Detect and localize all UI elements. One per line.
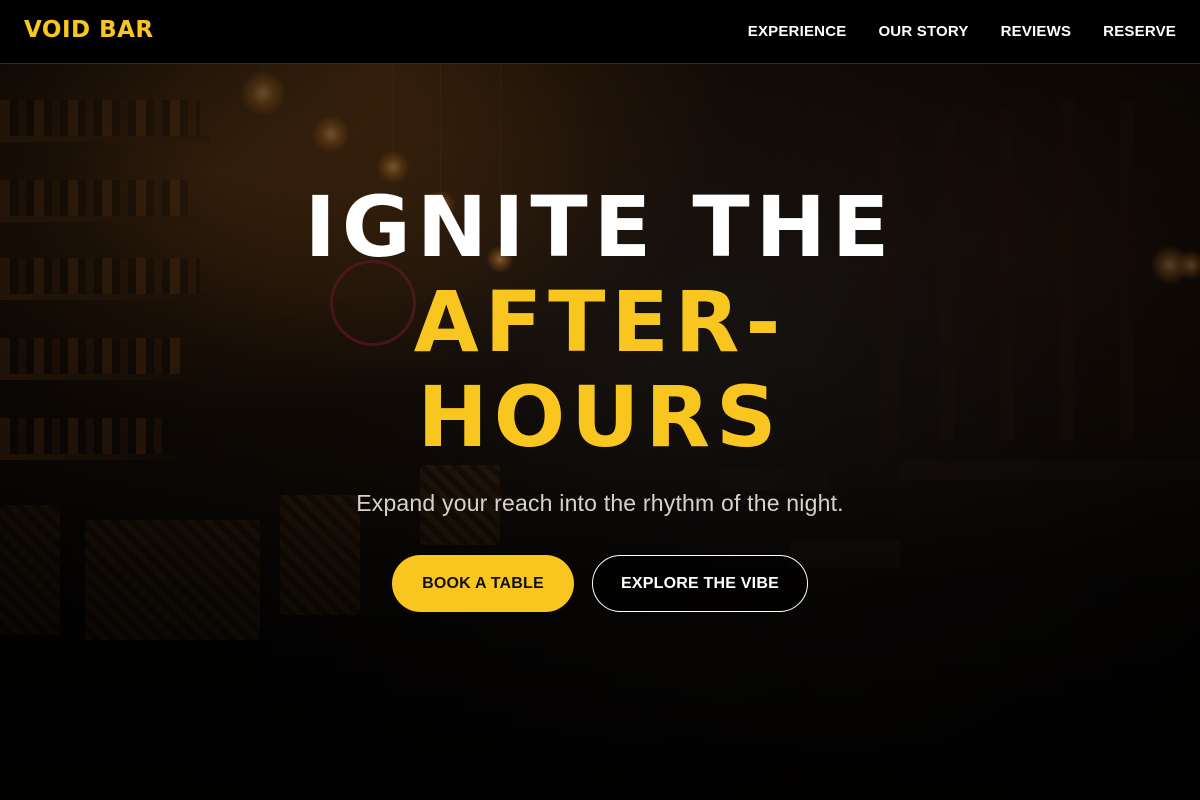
explore-vibe-button[interactable]: EXPLORE THE VIBE — [592, 555, 808, 612]
primary-nav: EXPERIENCE OUR STORY REVIEWS RESERVE — [748, 0, 1176, 63]
hero-title-line-3: HOURS — [417, 368, 783, 466]
hero-section: IGNITE THE AFTER- HOURS Expand your reac… — [0, 180, 1200, 517]
hero-title-line-1: IGNITE THE — [304, 178, 896, 276]
hero-subtitle: Expand your reach into the rhythm of the… — [356, 490, 844, 516]
hero-title-line-2: AFTER- — [413, 273, 787, 371]
landing-page: VOID BAR EXPERIENCE OUR STORY REVIEWS RE… — [0, 0, 1200, 800]
nav-link-experience[interactable]: EXPERIENCE — [748, 23, 847, 40]
hero-title: IGNITE THE AFTER- HOURS — [0, 180, 1200, 465]
nav-link-reviews[interactable]: REVIEWS — [1001, 23, 1072, 40]
brand-logo[interactable]: VOID BAR — [24, 16, 154, 44]
nav-link-our-story[interactable]: OUR STORY — [878, 23, 968, 40]
book-table-button[interactable]: BOOK A TABLE — [392, 555, 574, 612]
nav-link-reserve[interactable]: RESERVE — [1103, 23, 1176, 40]
top-navbar: VOID BAR EXPERIENCE OUR STORY REVIEWS RE… — [0, 0, 1200, 64]
hero-cta-group: BOOK A TABLE EXPLORE THE VIBE — [0, 555, 1200, 612]
